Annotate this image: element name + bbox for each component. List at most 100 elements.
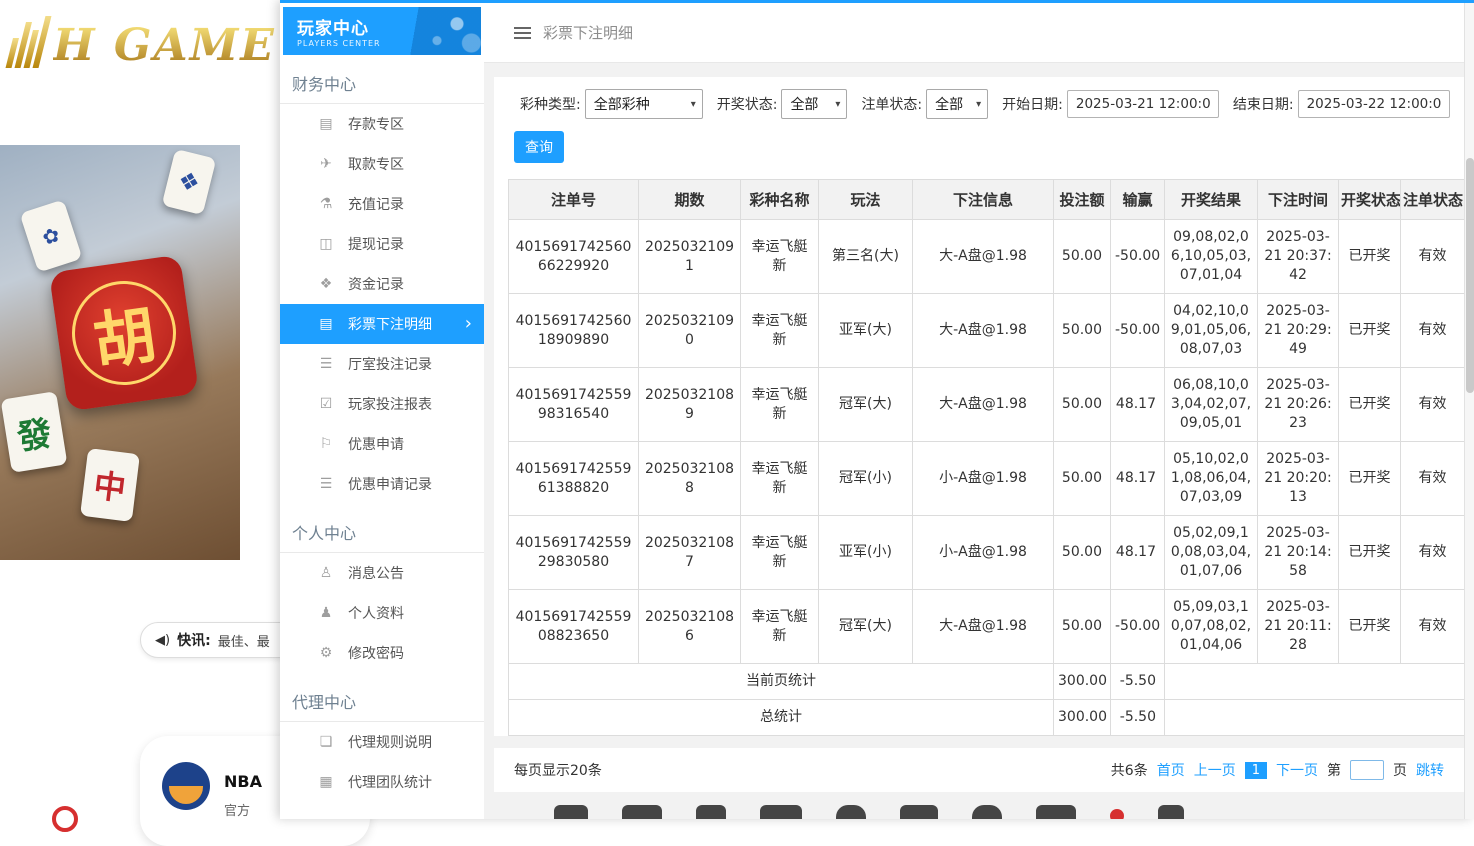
- chevron-down-icon: ▾: [976, 99, 981, 110]
- partial-icon: [1158, 805, 1184, 819]
- column-header: 彩种名称: [741, 180, 819, 220]
- hu-badge-icon: 胡: [49, 254, 199, 411]
- agent-rules-icon: ❏: [316, 734, 336, 750]
- draw-status-select[interactable]: 全部 ▾: [781, 89, 847, 119]
- start-date-input[interactable]: [1067, 90, 1219, 118]
- column-header: 期数: [639, 180, 741, 220]
- logo-bars-icon: [6, 16, 52, 68]
- order-status-select[interactable]: 全部 ▾: [926, 89, 988, 119]
- summary-bet-total: 300.00: [1054, 700, 1111, 736]
- table-cell: 第三名(大): [819, 220, 913, 294]
- table-cell: 幸运飞艇新: [741, 294, 819, 368]
- sidebar-item-agent-rules[interactable]: ❏代理规则说明: [280, 722, 484, 762]
- chevron-down-icon: ▾: [835, 99, 840, 110]
- sidebar-item-hall-bet-records[interactable]: ☰厅室投注记录: [280, 344, 484, 384]
- table-row: 40156917425596138882020250321088幸运飞艇新冠军(…: [509, 442, 1465, 516]
- sidebar-item-withdraw-zone[interactable]: ✈取款专区: [280, 144, 484, 184]
- table-cell: 48.17: [1111, 442, 1165, 516]
- table-cell: 已开奖: [1339, 220, 1401, 294]
- sidebar-item-label: 资金记录: [348, 274, 404, 294]
- table-cell: 20250321091: [639, 220, 741, 294]
- sidebar-item-agent-team-stats[interactable]: ▦代理团队统计: [280, 762, 484, 802]
- main-panel: 彩票下注明细 彩种类型: 全部彩种 ▾ 开奖状态: 全部 ▾ 注单状态:: [484, 3, 1474, 819]
- menu-icon[interactable]: [514, 27, 531, 29]
- page-size-text: 每页显示20条: [514, 760, 602, 780]
- sidebar-item-funds-records[interactable]: ❖资金记录: [280, 264, 484, 304]
- partial-icon: [554, 805, 588, 819]
- partial-icon: [622, 805, 662, 819]
- column-header: 投注额: [1054, 180, 1111, 220]
- partial-footer-icons: [554, 805, 1184, 819]
- table-cell: 401569174255908823650: [509, 590, 639, 664]
- summary-empty: [1165, 664, 1465, 700]
- table-cell: 2025-03-21 20:26:23: [1258, 368, 1339, 442]
- summary-bet-total: 300.00: [1054, 664, 1111, 700]
- sidebar-title: 玩家中心: [297, 14, 481, 39]
- sidebar-item-change-password[interactable]: ⚙修改密码: [280, 633, 484, 673]
- table-cell: 05,02,09,10,08,03,04,01,07,06: [1165, 516, 1258, 590]
- table-cell: 50.00: [1054, 442, 1111, 516]
- jump-button[interactable]: 跳转: [1416, 760, 1444, 780]
- summary-row: 当前页统计300.00-5.50: [509, 664, 1465, 700]
- vertical-scrollbar[interactable]: [1464, 3, 1474, 819]
- sidebar-item-promo-apply-records[interactable]: ☰优惠申请记录: [280, 464, 484, 504]
- sidebar-item-promo-apply[interactable]: ⚐ 优惠申请: [280, 424, 484, 464]
- end-date-input[interactable]: [1298, 90, 1450, 118]
- game-banner[interactable]: ✿ ❖ 發 中 胡: [0, 145, 240, 560]
- promo-apply-icon: ⚐: [316, 436, 336, 452]
- current-page: 1: [1245, 762, 1267, 779]
- table-cell: 已开奖: [1339, 590, 1401, 664]
- withdraw-zone-icon: ✈: [316, 156, 336, 172]
- table-cell: -50.00: [1111, 294, 1165, 368]
- partial-icon: [696, 805, 726, 819]
- table-cell: 50.00: [1054, 516, 1111, 590]
- summary-label: 总统计: [509, 700, 1054, 736]
- first-page-link[interactable]: 首页: [1157, 760, 1185, 780]
- jump-page-input[interactable]: [1350, 760, 1384, 780]
- sidebar-item-lottery-bet-details[interactable]: ▤彩票下注明细›: [280, 304, 484, 344]
- table-cell: 有效: [1401, 516, 1465, 590]
- column-header: 下注信息: [913, 180, 1054, 220]
- table-cell: 20250321089: [639, 368, 741, 442]
- prev-page-link[interactable]: 上一页: [1194, 760, 1236, 780]
- table-cell: 幸运飞艇新: [741, 220, 819, 294]
- site-logo[interactable]: H GAME: [12, 16, 276, 68]
- next-page-link[interactable]: 下一页: [1276, 760, 1318, 780]
- scrollbar-thumb[interactable]: [1466, 158, 1474, 393]
- sidebar-item-label: 优惠申请: [348, 434, 404, 454]
- sidebar-section-title: 代理中心: [280, 673, 484, 722]
- table-cell: 冠军(大): [819, 590, 913, 664]
- draw-status-label: 开奖状态:: [717, 94, 778, 114]
- sidebar-item-messages[interactable]: ♙消息公告: [280, 553, 484, 593]
- speaker-icon: ◀): [155, 633, 170, 648]
- table-cell: 已开奖: [1339, 368, 1401, 442]
- sidebar-item-label: 优惠申请记录: [348, 474, 432, 494]
- sidebar-item-label: 厅室投注记录: [348, 354, 432, 374]
- bets-table: 注单号期数彩种名称玩法下注信息投注额输赢开奖结果下注时间开奖状态注单状态4015…: [508, 179, 1465, 736]
- change-password-icon: ⚙: [316, 645, 336, 661]
- table-cell: 2025-03-21 20:11:28: [1258, 590, 1339, 664]
- table-row: 40156917425599831654020250321089幸运飞艇新冠军(…: [509, 368, 1465, 442]
- sidebar-item-profile[interactable]: ♟ 个人资料: [280, 593, 484, 633]
- table-cell: 小-A盘@1.98: [913, 516, 1054, 590]
- table-cell: 已开奖: [1339, 442, 1401, 516]
- sidebar-item-deposit-zone[interactable]: ▤存款专区: [280, 104, 484, 144]
- sidebar-item-label: 个人资料: [348, 603, 404, 623]
- profile-icon: ♟: [316, 605, 336, 621]
- draw-status-value: 全部: [790, 94, 818, 114]
- nba-title: NBA: [224, 772, 262, 791]
- table-cell: -50.00: [1111, 590, 1165, 664]
- end-date-label: 结束日期:: [1233, 94, 1294, 114]
- recharge-records-icon: ⚗: [316, 196, 336, 212]
- search-button[interactable]: 查询: [514, 131, 564, 163]
- sidebar-item-cashout-records[interactable]: ◫提现记录: [280, 224, 484, 264]
- jump-prefix: 第: [1327, 760, 1341, 780]
- table-cell: 09,08,02,06,10,05,03,07,01,04: [1165, 220, 1258, 294]
- lottery-type-select[interactable]: 全部彩种 ▾: [585, 89, 703, 119]
- sidebar-item-label: 玩家投注报表: [348, 394, 432, 414]
- sidebar-item-recharge-records[interactable]: ⚗充值记录: [280, 184, 484, 224]
- player-bet-report-icon: ☑: [316, 396, 336, 412]
- main-content: 彩种类型: 全部彩种 ▾ 开奖状态: 全部 ▾ 注单状态: 全部 ▾: [484, 63, 1474, 736]
- table-cell: 幸运飞艇新: [741, 590, 819, 664]
- sidebar-item-player-bet-report[interactable]: ☑ 玩家投注报表: [280, 384, 484, 424]
